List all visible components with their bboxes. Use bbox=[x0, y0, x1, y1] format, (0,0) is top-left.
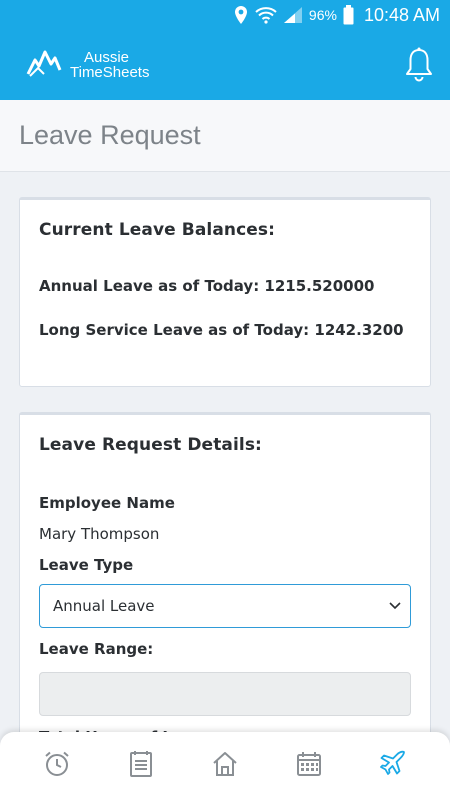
app-logo: Aussie TimeSheets bbox=[26, 48, 149, 82]
nav-item-clock[interactable] bbox=[37, 746, 77, 786]
notifications-bell-icon[interactable] bbox=[404, 47, 434, 83]
leave-request-details-heading: Leave Request Details: bbox=[39, 435, 262, 455]
airplane-icon bbox=[378, 749, 408, 783]
nav-item-calendar[interactable] bbox=[289, 746, 329, 786]
leave-balances-heading: Current Leave Balances: bbox=[39, 220, 276, 240]
leave-range-input[interactable] bbox=[39, 672, 411, 716]
alarm-clock-icon bbox=[43, 750, 71, 782]
employee-name-label: Employee Name bbox=[39, 494, 175, 512]
nav-item-home[interactable] bbox=[205, 746, 245, 786]
wifi-icon bbox=[255, 6, 277, 24]
annual-leave-balance: Annual Leave as of Today: 1215.520000 bbox=[39, 277, 375, 295]
leave-type-label: Leave Type bbox=[39, 556, 134, 574]
timesheet-icon bbox=[128, 750, 154, 782]
status-bar: 96% 10:48 AM bbox=[0, 0, 450, 30]
employee-name-value: Mary Thompson bbox=[39, 525, 160, 543]
nav-item-leave[interactable] bbox=[373, 746, 413, 786]
logo-text-line2: TimeSheets bbox=[70, 64, 150, 81]
location-icon bbox=[233, 5, 249, 25]
nav-item-timesheet[interactable] bbox=[121, 746, 161, 786]
clock-time: 10:48 AM bbox=[363, 4, 440, 25]
leave-type-select[interactable]: Annual Leave bbox=[39, 584, 411, 628]
chevron-down-icon bbox=[388, 597, 402, 615]
page-title: Leave Request bbox=[19, 120, 201, 150]
bottom-navigation bbox=[0, 732, 450, 800]
long-service-leave-balance: Long Service Leave as of Today: 1242.320… bbox=[39, 321, 404, 339]
home-icon bbox=[211, 750, 239, 782]
logo-mark-icon bbox=[26, 48, 66, 82]
leave-range-label: Leave Range: bbox=[39, 640, 154, 658]
app-header: Aussie TimeSheets bbox=[0, 30, 450, 100]
leave-balances-card: Current Leave Balances: Annual Leave as … bbox=[19, 197, 431, 387]
logo-text-line1: Aussie bbox=[84, 49, 130, 66]
signal-icon bbox=[283, 6, 303, 24]
leave-type-selected-value: Annual Leave bbox=[53, 597, 155, 615]
page-title-bar: Leave Request bbox=[0, 100, 450, 172]
calendar-icon bbox=[295, 750, 323, 782]
battery-icon bbox=[343, 5, 354, 25]
battery-percentage: 96% bbox=[308, 7, 337, 23]
